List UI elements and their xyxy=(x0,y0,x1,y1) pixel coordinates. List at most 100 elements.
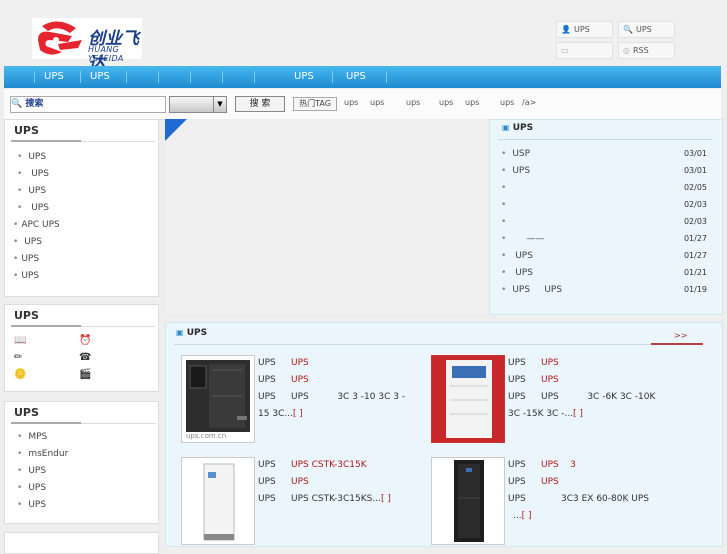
news-item[interactable]: • UPS 01/21 xyxy=(501,268,707,278)
pencil-icon[interactable]: ✏ xyxy=(14,352,22,363)
nav-separator xyxy=(332,71,333,83)
category-title: UPS xyxy=(14,124,39,137)
product-row: UPS UPS xyxy=(258,375,309,385)
list-item[interactable]: • UPS xyxy=(13,271,39,281)
detail-link[interactable]: [ ] xyxy=(293,409,303,419)
hot-tag-link[interactable]: ups xyxy=(500,98,514,107)
toplink-search[interactable]: 🔍 UPS xyxy=(618,21,675,38)
more-link[interactable]: >> xyxy=(674,331,687,340)
product-row: UPS UPS xyxy=(508,375,559,385)
toplink-folder[interactable]: ▭ xyxy=(556,42,613,59)
nav-separator xyxy=(34,71,35,83)
news-item[interactable]: • UPS UPS 01/19 xyxy=(501,285,707,295)
product-image[interactable] xyxy=(181,457,255,545)
search-button[interactable]: 搜 索 xyxy=(235,96,285,112)
list-item[interactable]: • UPS xyxy=(13,254,39,264)
list-item[interactable]: • UPS xyxy=(17,483,46,493)
nav-item-5[interactable] xyxy=(198,66,220,88)
news-item[interactable]: • UPS 03/01 xyxy=(501,166,707,176)
nav-item-8[interactable]: UPS xyxy=(346,66,366,88)
detail-link[interactable]: [ ] xyxy=(522,511,532,521)
book-icon[interactable]: 📖 xyxy=(14,335,26,346)
logo-emblem-icon xyxy=(38,21,82,55)
ups-cabinet-image xyxy=(186,360,250,432)
nav-separator xyxy=(222,71,223,83)
product-image[interactable]: ups.com.cn xyxy=(181,355,255,443)
hot-tag-link[interactable]: ups xyxy=(439,98,453,107)
search-category-select[interactable]: ▼ xyxy=(169,96,227,113)
product-row: 3C -15K 3C -...[ ] xyxy=(508,409,583,419)
hot-tag-link[interactable]: ups xyxy=(465,98,479,107)
coin-icon[interactable]: 🪙 xyxy=(14,369,26,380)
list-item[interactable]: • UPS xyxy=(17,152,46,162)
nav-item-6[interactable] xyxy=(230,66,252,88)
services-panel: UPS 📖 ⏰ ✏ ☎ 🪙 🎬 xyxy=(4,304,159,392)
nav-item-4[interactable] xyxy=(166,66,188,88)
news-item[interactable]: • UPS 01/27 xyxy=(501,251,707,261)
list-item[interactable]: • UPS xyxy=(17,186,46,196)
ups-tower-image xyxy=(203,463,235,541)
hot-tag-label: 热门TAG xyxy=(293,97,337,111)
brands-panel: UPS • MPS • msEndur • UPS • UPS • UPS xyxy=(4,401,159,524)
product-row: 15 3C...[ ] xyxy=(258,409,303,419)
news-item[interactable]: • 02/05 xyxy=(501,183,707,193)
logo[interactable]: 创业飞达 HUANG YEFEIDA xyxy=(32,18,142,74)
product-row: UPS UPS xyxy=(508,358,559,368)
film-icon[interactable]: 🎬 xyxy=(79,369,91,380)
telephone-icon[interactable]: ☎ xyxy=(79,352,91,363)
toplink-rss[interactable]: ◎ RSS xyxy=(618,42,675,59)
divider xyxy=(11,325,156,327)
services-title: UPS xyxy=(14,309,39,322)
toplink-user[interactable]: 👤 UPS xyxy=(556,21,613,38)
search-input[interactable]: 🔍 搜索 xyxy=(10,96,166,113)
list-item[interactable]: • UPS xyxy=(17,169,49,179)
product-row: UPS UPS 3C 3 -10 3C 3 - xyxy=(258,392,406,402)
ups-cabinet-image xyxy=(432,356,504,442)
list-item[interactable]: • APC UPS xyxy=(13,220,60,230)
news-item[interactable]: • —— 01/27 xyxy=(501,234,707,244)
header: 创业飞达 HUANG YEFEIDA 👤 UPS 🔍 UPS ▭ ◎ RSS xyxy=(0,0,727,74)
detail-link[interactable]: [ ] xyxy=(573,409,583,419)
news-item[interactable]: • 02/03 xyxy=(501,217,707,227)
list-item[interactable]: • UPS xyxy=(17,500,46,510)
product-row: UPS UPS xyxy=(258,358,309,368)
list-item[interactable]: • UPS xyxy=(13,237,42,247)
nav-separator xyxy=(254,71,255,83)
nav-separator xyxy=(158,71,159,83)
product-image[interactable] xyxy=(431,355,505,443)
divider xyxy=(498,139,712,140)
product-image[interactable] xyxy=(431,457,505,545)
product-row: UPS UPS CSTK-3C15K xyxy=(258,460,367,470)
nav-item-1[interactable]: UPS xyxy=(44,66,64,88)
search-icon: 🔍 xyxy=(623,25,633,34)
list-item[interactable]: • UPS xyxy=(17,466,46,476)
products-panel: ▣ UPS >> ups.com.cn UPS UPS UPS UPS UPS UPS… xyxy=(165,322,723,547)
products-title: ▣ UPS xyxy=(176,328,208,338)
nav-item-3[interactable] xyxy=(134,66,160,88)
nav-item-2[interactable]: UPS xyxy=(90,66,110,88)
divider xyxy=(11,422,156,424)
rss-icon: ◎ xyxy=(623,46,630,55)
clock-icon[interactable]: ⏰ xyxy=(79,335,91,346)
arrow-icon: ▣ xyxy=(176,328,184,337)
hot-tag-link[interactable]: ups xyxy=(344,98,358,107)
user-icon: 👤 xyxy=(561,25,571,34)
corner-marker xyxy=(165,119,187,141)
arrow-icon: ▣ xyxy=(502,123,510,132)
nav-item-7[interactable]: UPS xyxy=(294,66,314,88)
category-panel: UPS • UPS • UPS • UPS • UPS • APC UPS • UPS… xyxy=(4,119,159,297)
news-item[interactable]: • 02/03 xyxy=(501,200,707,210)
list-item[interactable]: • msEndur xyxy=(17,449,68,459)
product-row: UPS UPS 3C -6K 3C -10K xyxy=(508,392,656,402)
folder-icon: ▭ xyxy=(561,46,569,55)
banner-area xyxy=(165,119,488,313)
detail-link[interactable]: [ ] xyxy=(381,494,391,504)
hot-tag-link[interactable]: /a> xyxy=(522,98,536,107)
divider-accent xyxy=(651,343,703,345)
image-caption: ups.com.cn xyxy=(186,432,227,440)
list-item[interactable]: • UPS xyxy=(17,203,49,213)
list-item[interactable]: • MPS xyxy=(17,432,47,442)
news-item[interactable]: • USP 03/01 xyxy=(501,149,707,159)
hot-tag-link[interactable]: ups xyxy=(406,98,420,107)
hot-tag-link[interactable]: ups xyxy=(370,98,384,107)
